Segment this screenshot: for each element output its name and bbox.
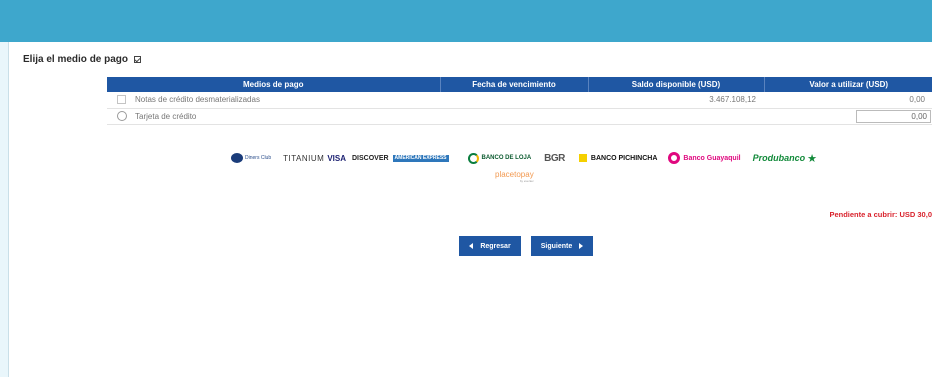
credit-notes-checkbox[interactable] bbox=[117, 95, 126, 105]
bgr-logo: BGR bbox=[544, 152, 565, 164]
payment-methods-table: Medios de pago Fecha de vencimiento Sald… bbox=[107, 77, 932, 125]
method-label: Tarjeta de crédito bbox=[135, 111, 197, 121]
top-bar bbox=[0, 0, 932, 42]
pichincha-icon bbox=[578, 154, 587, 162]
loja-icon bbox=[467, 152, 479, 164]
discover-logo: DISCOVER bbox=[351, 154, 389, 162]
table-row: Notas de crédito desmaterializadas 3.467… bbox=[107, 92, 932, 109]
amex-logo: AMERICAN EXPRESS bbox=[392, 154, 449, 162]
payment-logos: Diners Club TITANIUM VISA DISCOVER AMERI… bbox=[231, 147, 831, 169]
page-title-text: Elija el medio de pago bbox=[23, 54, 129, 65]
col-header-value: Valor a utilizar (USD) bbox=[764, 77, 932, 92]
diners-club-logo: Diners Club bbox=[231, 153, 271, 163]
page-title: Elija el medio de pago bbox=[23, 54, 141, 65]
next-button[interactable]: Siguiente bbox=[531, 236, 593, 256]
pending-amount: Pendiente a cubrir: USD 30,0 bbox=[829, 210, 932, 219]
balance-cell: 3.467.108,12 bbox=[588, 92, 764, 109]
table-row: Tarjeta de crédito 0,00 bbox=[107, 108, 932, 125]
banco-pichincha-logo: BANCO PICHINCHA bbox=[578, 154, 657, 162]
balance-cell bbox=[588, 108, 764, 125]
banco-guayaquil-logo: Banco Guayaquil bbox=[668, 152, 741, 164]
banco-de-loja-logo: BANCO DE LOJA bbox=[467, 152, 531, 164]
star-icon: ★ bbox=[807, 152, 817, 165]
produbanco-logo: Produbanco bbox=[752, 153, 806, 163]
credit-card-radio[interactable] bbox=[117, 111, 127, 121]
method-label: Notas de crédito desmaterializadas bbox=[135, 95, 260, 105]
col-header-due-date: Fecha de vencimiento bbox=[440, 77, 589, 92]
due-date-cell bbox=[440, 108, 588, 125]
col-header-method: Medios de pago bbox=[107, 77, 441, 92]
payment-page: Elija el medio de pago Medios de pago Fe… bbox=[8, 42, 932, 377]
due-date-cell bbox=[440, 92, 588, 109]
diners-icon bbox=[231, 153, 243, 163]
chevron-left-icon bbox=[469, 243, 474, 249]
checkbox-icon bbox=[133, 56, 141, 63]
chevron-right-icon bbox=[579, 243, 584, 249]
placetopay-logo: placetopay by evertec bbox=[495, 170, 534, 183]
visa-logo: VISA bbox=[327, 153, 346, 163]
titanium-logo: TITANIUM bbox=[283, 153, 325, 163]
value-cell: 0,00 bbox=[764, 92, 932, 109]
guayaquil-icon bbox=[668, 152, 681, 164]
back-button[interactable]: Regresar bbox=[459, 236, 521, 256]
credit-card-value-input[interactable]: 0,00 bbox=[856, 109, 931, 123]
col-header-balance: Saldo disponible (USD) bbox=[588, 77, 765, 92]
